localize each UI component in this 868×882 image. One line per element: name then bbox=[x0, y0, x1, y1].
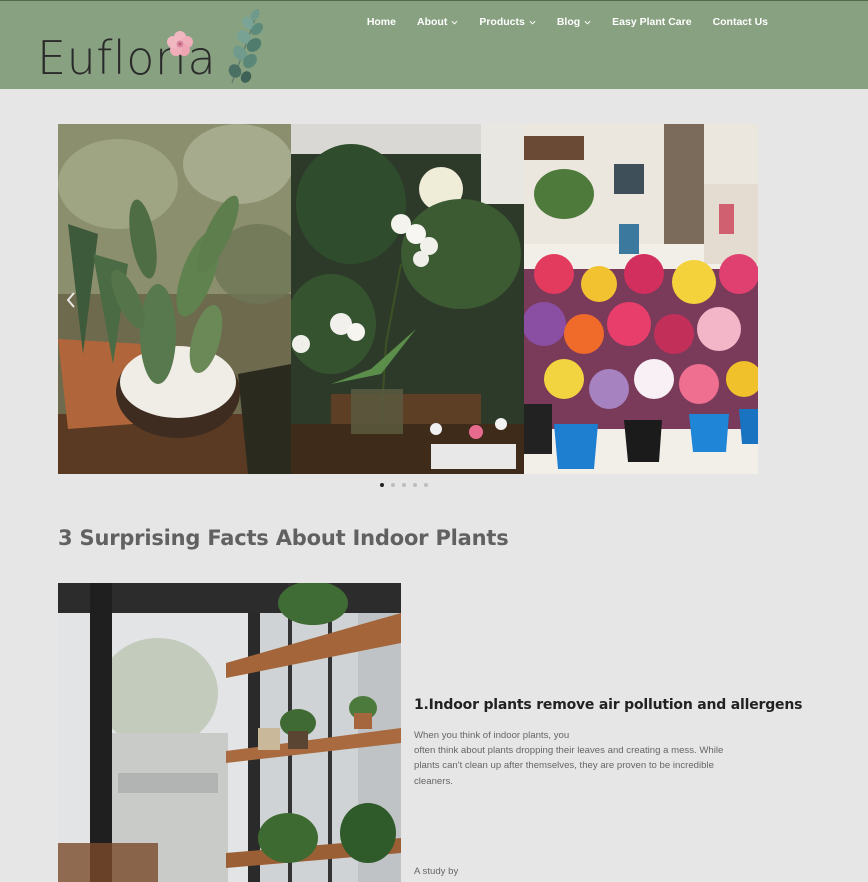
site-logo[interactable]: Eufloria bbox=[37, 5, 267, 89]
slide-cactus-image bbox=[58, 124, 291, 474]
section-title: 3 Surprising Facts About Indoor Plants bbox=[58, 526, 509, 550]
slider-dot-2[interactable] bbox=[391, 483, 395, 487]
fact-heading: 1.Indoor plants remove air pollution and… bbox=[414, 697, 803, 713]
image-slider[interactable] bbox=[58, 124, 758, 474]
fact-continued-text: A study by bbox=[414, 866, 459, 877]
chevron-down-icon bbox=[529, 20, 536, 25]
fact-body-line-2: often think about plants dropping their … bbox=[414, 745, 724, 787]
eucalyptus-flower-icon bbox=[167, 8, 264, 84]
fact-body-line-1: When you think of indoor plants, you bbox=[414, 730, 570, 741]
slider-pagination bbox=[380, 483, 435, 487]
slider-dot-5[interactable] bbox=[424, 483, 428, 487]
nav-contact-us[interactable]: Contact Us bbox=[713, 16, 768, 28]
nav-easy-plant-care[interactable]: Easy Plant Care bbox=[612, 16, 691, 28]
slider-prev-arrow-icon[interactable] bbox=[64, 290, 78, 310]
nav-contact-us-label: Contact Us bbox=[712, 16, 768, 28]
nav-products-label: Products bbox=[479, 16, 525, 28]
slide-flower-market-image bbox=[524, 124, 758, 474]
slider-dot-1[interactable] bbox=[380, 483, 384, 487]
chevron-down-icon bbox=[584, 20, 591, 25]
slide-orchids-image bbox=[291, 124, 524, 474]
nav-home[interactable]: Home bbox=[367, 16, 396, 28]
chevron-down-icon bbox=[451, 20, 458, 25]
main-nav: Home About Products Blog Easy Plant Care… bbox=[367, 16, 768, 28]
nav-easy-plant-care-label: Easy Plant Care bbox=[612, 16, 692, 28]
slider-dot-3[interactable] bbox=[402, 483, 406, 487]
nav-home-label: Home bbox=[366, 16, 396, 28]
nav-about-label: About bbox=[417, 16, 448, 28]
article-shelf-plants-image bbox=[58, 583, 401, 882]
slider-dot-4[interactable] bbox=[413, 483, 417, 487]
site-header: Eufloria Home About Products Blog Easy P… bbox=[0, 0, 868, 89]
nav-about[interactable]: About bbox=[417, 16, 458, 28]
nav-blog[interactable]: Blog bbox=[557, 16, 591, 28]
nav-products[interactable]: Products bbox=[479, 16, 536, 28]
nav-blog-label: Blog bbox=[556, 16, 581, 28]
fact-body: When you think of indoor plants, you oft… bbox=[414, 728, 749, 789]
